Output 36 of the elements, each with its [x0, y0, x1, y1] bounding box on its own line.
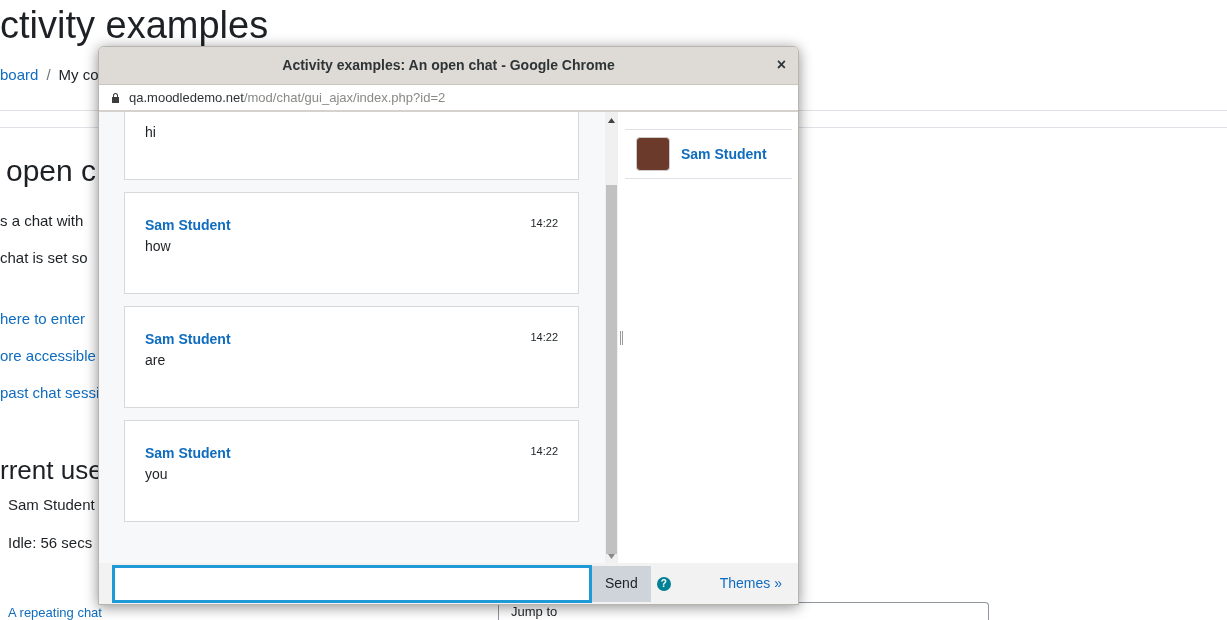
scroll-down-arrow-icon[interactable]	[608, 554, 615, 559]
breadcrumb-link[interactable]: board	[0, 64, 39, 87]
description-text: chat is set so	[0, 248, 88, 268]
activity-heading: open c	[6, 153, 97, 189]
next-activity-link[interactable]: A repeating chat	[8, 605, 102, 620]
user-link[interactable]: Sam Student	[681, 143, 767, 165]
breadcrumb-item: My co	[58, 65, 99, 85]
lock-icon	[111, 92, 120, 103]
scroll-up-arrow-icon[interactable]	[608, 118, 615, 123]
message-text: how	[145, 237, 172, 256]
description-text: s a chat with	[0, 211, 84, 231]
close-button[interactable]: ×	[776, 55, 786, 75]
message-text: you	[145, 465, 169, 484]
chat-link[interactable]: past chat sessi	[0, 382, 100, 405]
help-button[interactable]: ?	[656, 576, 671, 591]
themes-link[interactable]: Themes »	[719, 573, 782, 594]
message-input[interactable]	[112, 564, 592, 603]
sender-name[interactable]: Sam Student	[145, 443, 231, 463]
sender-name[interactable]: Sam Student	[145, 215, 231, 235]
scrollbar-thumb[interactable]	[606, 185, 617, 554]
message-text: hi	[145, 123, 157, 142]
sender-name[interactable]: Sam Student	[145, 329, 231, 349]
user-name: Sam Student	[8, 495, 95, 515]
send-button[interactable]: Send	[592, 565, 651, 602]
url-text: qa.moodledemo.net/mod/chat/gui_ajax/index.php?id=2	[129, 88, 446, 107]
window-title: Activity examples: An open chat - Google Chrome	[282, 56, 615, 75]
message-time: 14:22	[530, 330, 558, 345]
message-time: 14:22	[530, 444, 558, 459]
avatar-placeholder	[636, 137, 670, 171]
message-text: are	[145, 351, 167, 370]
chat-link[interactable]: ore accessible	[0, 345, 96, 368]
message-time: 14:22	[530, 216, 558, 231]
chat-link[interactable]: here to enter	[0, 308, 86, 331]
breadcrumb-separator: /	[46, 65, 51, 85]
page-title: ctivity examples	[0, 3, 269, 48]
idle-time: Idle: 56 secs	[8, 533, 93, 553]
